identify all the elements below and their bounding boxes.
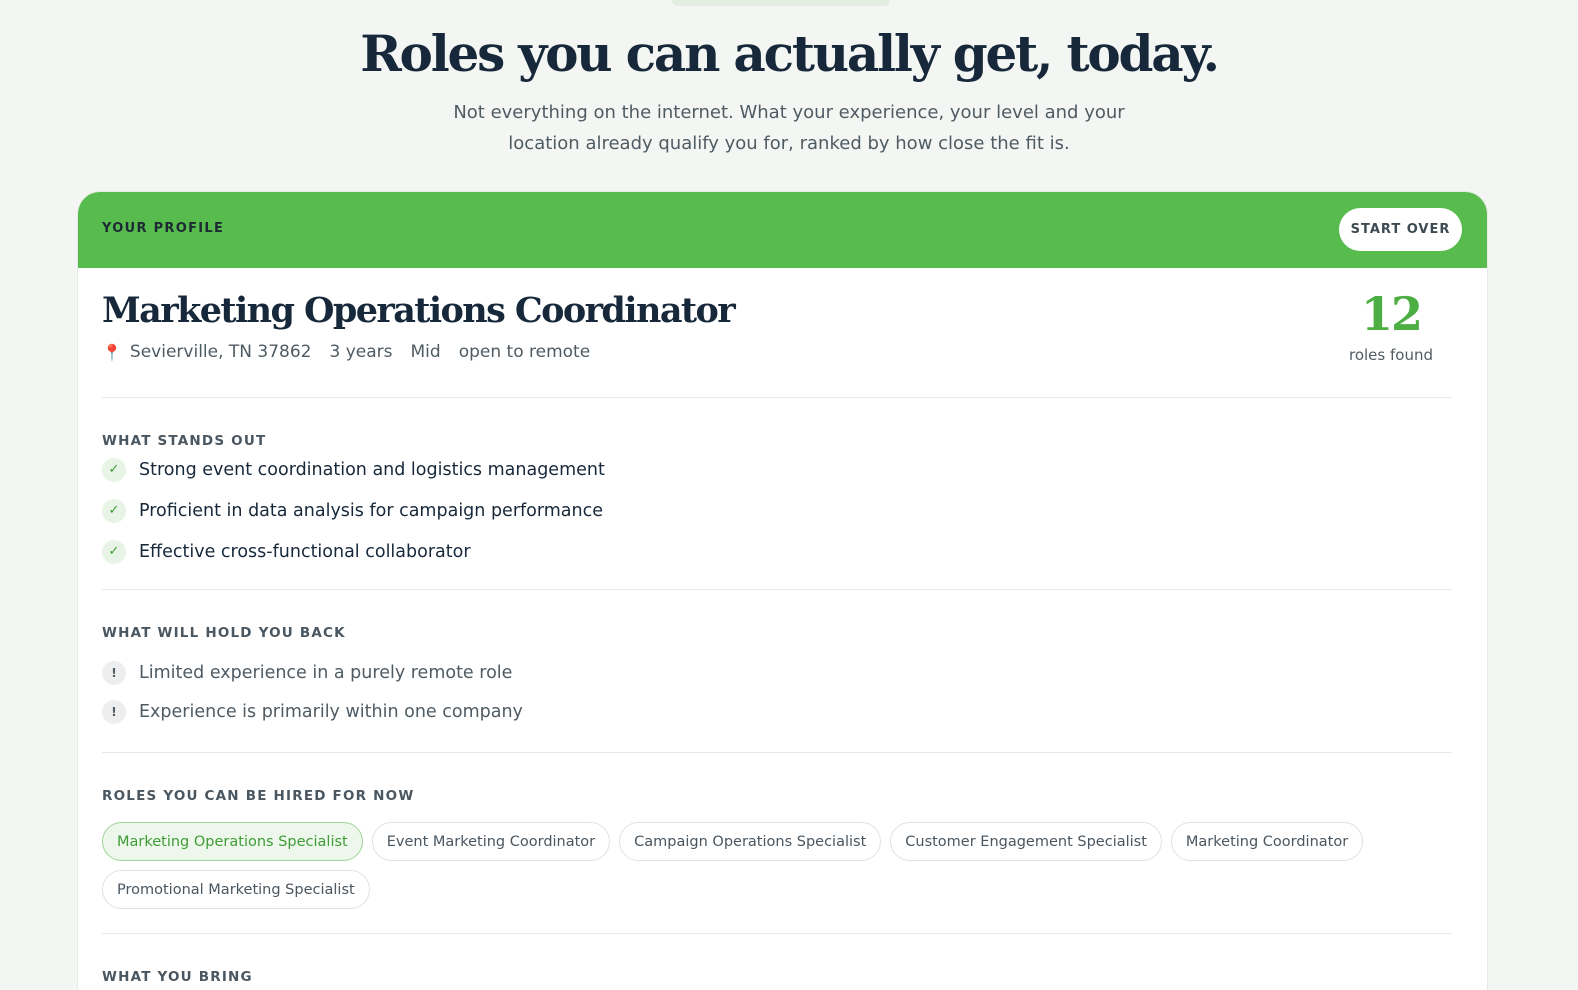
weakness-item: ! Experience is primarily within one com… xyxy=(102,692,523,731)
roles-count-number: 12 xyxy=(1360,287,1423,341)
roles-heading: ROLES YOU CAN BE HIRED FOR NOW xyxy=(102,788,415,804)
profile-level: Mid xyxy=(410,342,441,362)
strength-item: ✓ Strong event coordination and logistic… xyxy=(102,449,605,490)
profile-card: YOUR PROFILE START OVER Marketing Operat… xyxy=(78,192,1487,990)
check-icon: ✓ xyxy=(102,457,126,482)
profile-experience: 3 years xyxy=(329,342,393,362)
weaknesses-heading: WHAT WILL HOLD YOU BACK xyxy=(102,625,346,641)
page-subtitle-line-2: location already qualify you for, ranked… xyxy=(508,133,1070,154)
strengths-heading: WHAT STANDS OUT xyxy=(102,433,267,449)
strength-text: Effective cross-functional collaborator xyxy=(139,541,471,562)
strength-item: ✓ Proficient in data analysis for campai… xyxy=(102,490,605,531)
profile-location: Sevierville, TN 37862 xyxy=(129,342,312,362)
role-chip-marketing-coordinator[interactable]: Marketing Coordinator xyxy=(1170,822,1364,861)
divider xyxy=(102,397,1452,398)
roles-chip-list: Marketing Operations Specialist Event Ma… xyxy=(102,822,1402,909)
role-chip-event-marketing-coordinator[interactable]: Event Marketing Coordinator xyxy=(371,822,611,861)
exclamation-icon: ! xyxy=(102,699,126,724)
divider xyxy=(102,589,1452,590)
map-pin-icon: 📍 xyxy=(102,342,122,362)
role-chip-customer-engagement-specialist[interactable]: Customer Engagement Specialist xyxy=(890,822,1162,861)
weakness-item: ! Limited experience in a purely remote … xyxy=(102,653,523,692)
page-subtitle-line-1: Not everything on the internet. What you… xyxy=(453,102,1125,123)
strengths-list: ✓ Strong event coordination and logistic… xyxy=(102,449,605,572)
strength-text: Proficient in data analysis for campaign… xyxy=(139,500,604,521)
profile-meta: 📍 Sevierville, TN 37862 3 years Mid open… xyxy=(102,342,590,362)
exclamation-icon: ! xyxy=(102,660,126,685)
role-chip-promotional-marketing-specialist[interactable]: Promotional Marketing Specialist xyxy=(102,870,370,909)
page-subtitle: Not everything on the internet. What you… xyxy=(0,97,1578,159)
strength-text: Strong event coordination and logistics … xyxy=(139,459,605,480)
weakness-text: Limited experience in a purely remote ro… xyxy=(139,662,513,683)
role-chip-campaign-operations-specialist[interactable]: Campaign Operations Specialist xyxy=(619,822,882,861)
profile-remote: open to remote xyxy=(458,342,591,362)
top-tab-indicator xyxy=(672,0,890,6)
profile-role-title: Marketing Operations Coordinator xyxy=(102,290,736,331)
check-icon: ✓ xyxy=(102,539,126,564)
weaknesses-list: ! Limited experience in a purely remote … xyxy=(102,653,523,731)
divider xyxy=(102,752,1452,753)
strength-item: ✓ Effective cross-functional collaborato… xyxy=(102,531,605,572)
divider xyxy=(102,933,1452,934)
profile-card-header: YOUR PROFILE START OVER xyxy=(78,192,1487,268)
roles-count-label: roles found xyxy=(1349,346,1433,364)
roles-found-count: 12 roles found xyxy=(1331,284,1451,364)
what-you-bring-heading: WHAT YOU BRING xyxy=(102,969,253,985)
page-title: Roles you can actually get, today. xyxy=(360,24,1220,83)
profile-header-label: YOUR PROFILE xyxy=(102,221,225,236)
weakness-text: Experience is primarily within one compa… xyxy=(139,701,523,722)
start-over-button[interactable]: START OVER xyxy=(1339,208,1462,251)
check-icon: ✓ xyxy=(102,498,126,523)
role-chip-marketing-operations-specialist[interactable]: Marketing Operations Specialist xyxy=(102,822,363,861)
